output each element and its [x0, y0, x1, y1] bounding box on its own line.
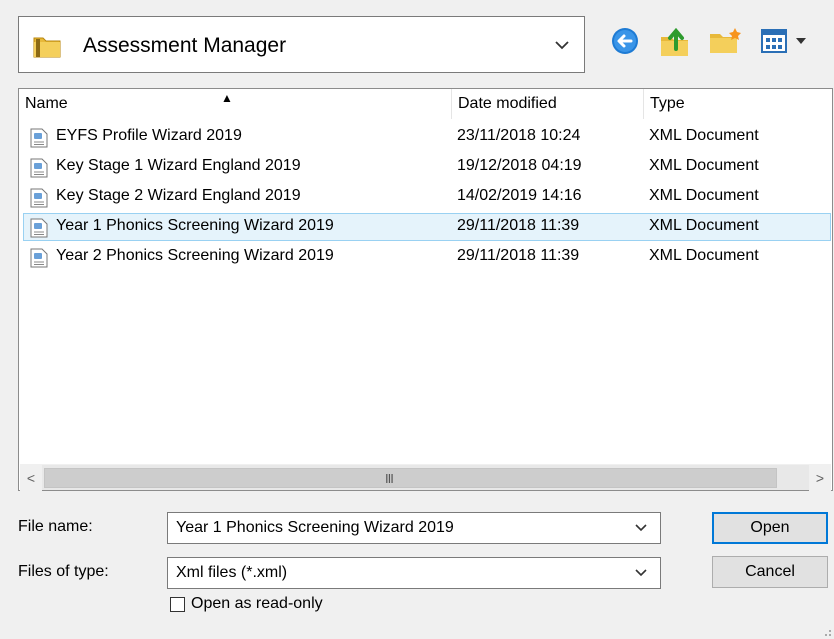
open-button[interactable]: Open [712, 512, 828, 544]
chevron-down-icon[interactable] [634, 567, 648, 579]
file-name-combo[interactable]: Year 1 Phonics Screening Wizard 2019 [167, 512, 661, 544]
file-name: Key Stage 1 Wizard England 2019 [56, 157, 301, 174]
column-header-type[interactable]: Type [644, 89, 832, 119]
file-type-combo[interactable]: Xml files (*.xml) [167, 557, 661, 589]
file-date: 23/11/2018 10:24 [457, 127, 581, 144]
column-header-type-label: Type [650, 95, 685, 112]
scroll-right-button[interactable]: > [809, 465, 831, 491]
file-row[interactable]: EYFS Profile Wizard 2019 23/11/2018 10:2… [23, 123, 831, 151]
column-header-name-label: Name [25, 95, 68, 112]
file-name: Year 1 Phonics Screening Wizard 2019 [56, 217, 334, 234]
file-date: 14/02/2019 14:16 [457, 187, 582, 204]
file-date: 29/11/2018 11:39 [457, 217, 580, 234]
file-name: EYFS Profile Wizard 2019 [56, 127, 242, 144]
file-row-selected[interactable]: Year 1 Phonics Screening Wizard 2019 29/… [23, 213, 831, 241]
column-header-date[interactable]: Date modified [452, 89, 644, 119]
scroll-left-button[interactable]: < [20, 465, 42, 491]
look-in-value: Assessment Manager [83, 34, 287, 57]
file-date: 29/11/2018 11:39 [457, 247, 580, 264]
file-row[interactable]: Key Stage 1 Wizard England 2019 19/12/20… [23, 153, 831, 181]
file-type: XML Document [649, 247, 759, 264]
scrollbar-thumb[interactable]: III [44, 468, 777, 488]
column-header-date-label: Date modified [458, 95, 557, 112]
horizontal-scrollbar[interactable]: < III > [20, 464, 831, 491]
file-name: Key Stage 2 Wizard England 2019 [56, 187, 301, 204]
file-type: XML Document [649, 217, 759, 234]
file-name-label: File name: [18, 518, 93, 535]
read-only-checkbox[interactable] [170, 597, 185, 612]
scrollbar-grip: III [385, 471, 394, 486]
xml-file-icon [30, 218, 48, 238]
file-type: XML Document [649, 157, 759, 174]
view-menu-icon[interactable] [760, 27, 810, 55]
cancel-button[interactable]: Cancel [712, 556, 828, 588]
file-name: Year 2 Phonics Screening Wizard 2019 [56, 247, 334, 264]
xml-file-icon [30, 248, 48, 268]
back-arrow-icon[interactable] [610, 26, 640, 56]
new-folder-icon[interactable] [708, 26, 742, 56]
file-type: XML Document [649, 127, 759, 144]
sort-ascending-icon: ▲ [221, 91, 233, 105]
xml-file-icon [30, 128, 48, 148]
resize-grip-icon[interactable] [820, 625, 832, 637]
file-row[interactable]: Year 2 Phonics Screening Wizard 2019 29/… [23, 243, 831, 271]
read-only-label[interactable]: Open as read-only [191, 595, 323, 613]
file-type-label: Files of type: [18, 563, 109, 580]
file-row[interactable]: Key Stage 2 Wizard England 2019 14/02/20… [23, 183, 831, 211]
file-name-input[interactable]: Year 1 Phonics Screening Wizard 2019 [176, 519, 454, 537]
xml-file-icon [30, 158, 48, 178]
folder-icon [33, 37, 61, 58]
look-in-combo[interactable]: Assessment Manager [18, 16, 585, 73]
xml-file-icon [30, 188, 48, 208]
up-folder-icon[interactable] [659, 23, 691, 57]
file-list[interactable]: Name ▲ Date modified Type EYFS Profile W… [18, 88, 833, 491]
file-type: XML Document [649, 187, 759, 204]
file-type-value: Xml files (*.xml) [176, 564, 288, 581]
chevron-down-icon[interactable] [553, 38, 571, 52]
column-header-name[interactable]: Name ▲ [19, 89, 452, 119]
chevron-down-icon[interactable] [634, 522, 648, 534]
file-date: 19/12/2018 04:19 [457, 157, 582, 174]
